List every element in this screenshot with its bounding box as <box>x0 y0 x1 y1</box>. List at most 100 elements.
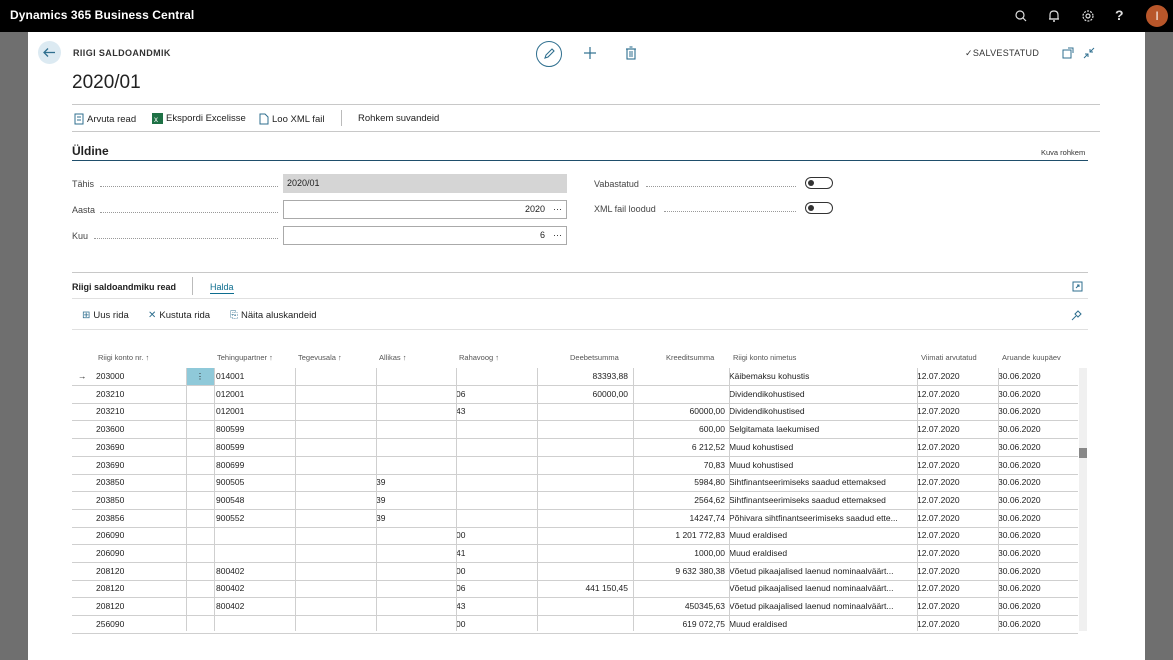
table-cell[interactable]: 39 <box>376 474 454 491</box>
table-cell[interactable]: 12.07.2020 <box>917 474 995 491</box>
table-cell[interactable]: 800599 <box>216 421 294 438</box>
table-cell[interactable]: Muud eraldised <box>729 616 914 633</box>
search-icon[interactable] <box>1013 8 1029 24</box>
table-cell[interactable]: 2564,62 <box>633 492 725 509</box>
table-cell[interactable] <box>633 386 725 403</box>
table-row[interactable]: 203690 800599 6 212,52 Muud kohustised 12.07… <box>72 439 1078 457</box>
table-cell[interactable]: 83393,88 <box>537 368 628 385</box>
table-cell[interactable]: 06 <box>456 580 534 597</box>
row-menu-icon[interactable]: ⋮ <box>186 368 214 385</box>
table-row[interactable]: → ⋮ 203000 014001 83393,88 Käibemaksu kohusti… <box>72 368 1078 386</box>
table-cell[interactable] <box>376 421 454 438</box>
create-xml-button[interactable]: Loo XML fail <box>259 113 324 125</box>
table-cell[interactable]: 014001 <box>216 368 294 385</box>
new-row-button[interactable]: ⊞ Uus rida <box>82 310 129 321</box>
col-header-source[interactable]: Allikas ↑ <box>379 353 407 362</box>
table-cell[interactable] <box>456 510 534 527</box>
table-cell[interactable]: 30.06.2020 <box>998 439 1076 456</box>
table-cell[interactable] <box>537 510 628 527</box>
table-cell[interactable] <box>295 368 373 385</box>
more-options-button[interactable]: Rohkem suvandeid <box>358 113 439 124</box>
table-cell[interactable]: 30.06.2020 <box>998 368 1076 385</box>
table-row[interactable]: 203600 800599 600,00 Selgitamata laekumised… <box>72 421 1078 440</box>
table-cell[interactable]: Muud kohustised <box>729 439 914 456</box>
table-cell[interactable]: 900552 <box>216 510 294 527</box>
table-cell[interactable]: 441 150,45 <box>537 580 628 597</box>
table-cell[interactable] <box>376 580 454 597</box>
table-cell[interactable]: 43 <box>456 403 534 420</box>
table-cell[interactable]: 203600 <box>96 421 186 438</box>
add-icon[interactable] <box>583 46 597 60</box>
table-cell[interactable] <box>537 563 628 580</box>
table-cell[interactable]: 30.06.2020 <box>998 616 1076 633</box>
table-cell[interactable] <box>537 545 628 562</box>
table-cell[interactable]: 70,83 <box>633 457 725 474</box>
table-cell[interactable] <box>295 421 373 438</box>
col-header-activity[interactable]: Tegevusala ↑ <box>298 353 342 362</box>
table-cell[interactable]: 12.07.2020 <box>917 616 995 633</box>
table-cell[interactable]: 5984,80 <box>633 474 725 491</box>
table-cell[interactable]: 30.06.2020 <box>998 492 1076 509</box>
table-cell[interactable]: 203210 <box>96 386 186 403</box>
table-cell[interactable] <box>295 439 373 456</box>
table-cell[interactable] <box>295 598 373 615</box>
col-header-account-name[interactable]: Riigi konto nimetus <box>733 353 796 362</box>
table-cell[interactable]: 12.07.2020 <box>917 421 995 438</box>
table-cell[interactable]: 00 <box>456 527 534 544</box>
table-cell[interactable]: Muud eraldised <box>729 545 914 562</box>
table-cell[interactable]: 30.06.2020 <box>998 457 1076 474</box>
table-cell[interactable]: 012001 <box>216 403 294 420</box>
col-header-cashflow[interactable]: Rahavoog ↑ <box>459 353 499 362</box>
table-cell[interactable]: 14247,74 <box>633 510 725 527</box>
table-cell[interactable]: 203210 <box>96 403 186 420</box>
table-cell[interactable] <box>295 403 373 420</box>
lookup-ellipsis-icon[interactable]: ··· <box>553 227 562 244</box>
table-cell[interactable]: 12.07.2020 <box>917 510 995 527</box>
table-cell[interactable] <box>216 616 294 633</box>
table-cell[interactable]: 900505 <box>216 474 294 491</box>
col-header-partner[interactable]: Tehingupartner ↑ <box>217 353 273 362</box>
table-cell[interactable] <box>633 580 725 597</box>
table-cell[interactable]: 203000 <box>96 368 186 385</box>
table-row[interactable]: 208120 800402 00 9 632 380,38 Võetud pikaaja… <box>72 563 1078 581</box>
table-cell[interactable]: 256090 <box>96 616 186 633</box>
table-cell[interactable] <box>537 492 628 509</box>
tab-halda[interactable]: Halda <box>210 282 234 294</box>
table-cell[interactable]: 30.06.2020 <box>998 580 1076 597</box>
table-cell[interactable]: Käibemaksu kohustis <box>729 368 914 385</box>
delete-row-button[interactable]: ✕ Kustuta rida <box>148 310 210 321</box>
table-cell[interactable]: 203850 <box>96 474 186 491</box>
back-button[interactable] <box>38 41 61 64</box>
open-new-window-icon[interactable] <box>1062 47 1074 59</box>
table-cell[interactable]: 12.07.2020 <box>917 580 995 597</box>
table-cell[interactable] <box>216 527 294 544</box>
table-cell[interactable]: Dividendikohustised <box>729 403 914 420</box>
table-cell[interactable]: 00 <box>456 563 534 580</box>
table-cell[interactable]: 1000,00 <box>633 545 725 562</box>
table-cell[interactable]: 60000,00 <box>633 403 725 420</box>
table-row[interactable]: 206090 41 1000,00 Muud eraldised 12.07.2020 3… <box>72 545 1078 563</box>
table-cell[interactable]: 12.07.2020 <box>917 403 995 420</box>
table-cell[interactable]: Sihtfinantseerimiseks saadud ettemaksed <box>729 492 914 509</box>
table-cell[interactable] <box>456 457 534 474</box>
table-cell[interactable] <box>295 545 373 562</box>
table-cell[interactable]: 619 072,75 <box>633 616 725 633</box>
col-header-account[interactable]: Riigi konto nr. ↑ <box>98 353 149 362</box>
table-cell[interactable] <box>537 421 628 438</box>
table-cell[interactable]: 60000,00 <box>537 386 628 403</box>
help-icon[interactable]: ? <box>1115 7 1131 23</box>
table-cell[interactable]: 41 <box>456 545 534 562</box>
table-cell[interactable] <box>295 474 373 491</box>
table-cell[interactable]: 600,00 <box>633 421 725 438</box>
table-cell[interactable] <box>376 598 454 615</box>
table-cell[interactable]: 30.06.2020 <box>998 598 1076 615</box>
table-cell[interactable]: 30.06.2020 <box>998 545 1076 562</box>
table-cell[interactable]: 06 <box>456 386 534 403</box>
table-cell[interactable] <box>456 421 534 438</box>
table-cell[interactable]: 012001 <box>216 386 294 403</box>
table-cell[interactable]: Võetud pikaajalised laenud nominaalväärt… <box>729 563 914 580</box>
table-cell[interactable]: 12.07.2020 <box>917 457 995 474</box>
edit-button[interactable] <box>536 41 562 67</box>
table-cell[interactable]: Sihtfinantseerimiseks saadud ettemaksed <box>729 474 914 491</box>
table-cell[interactable]: Dividendikohustised <box>729 386 914 403</box>
